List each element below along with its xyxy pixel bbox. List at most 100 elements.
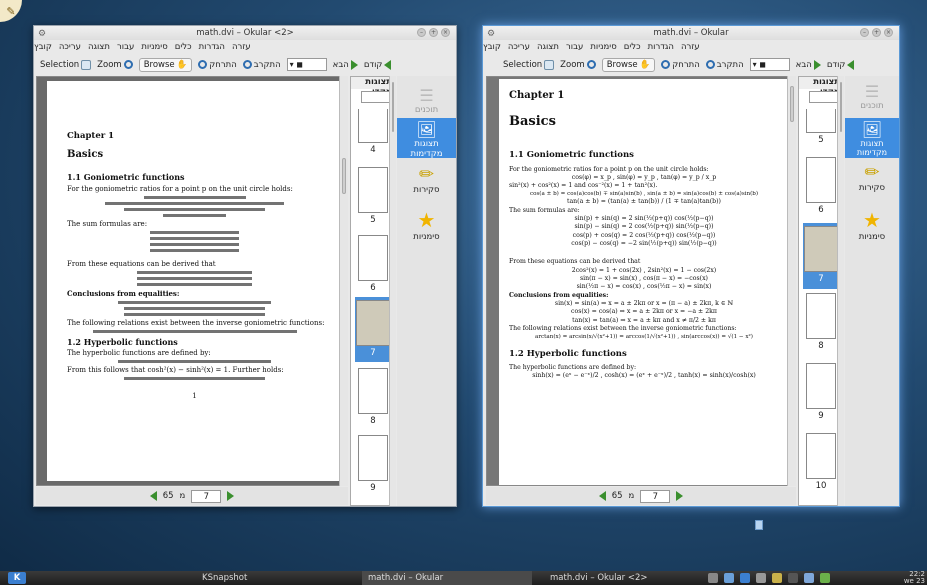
zoom-out-button[interactable]: התרחק (661, 60, 700, 70)
menu-bookmarks[interactable]: סימניות (590, 40, 616, 54)
prev-button[interactable]: קודם (827, 59, 855, 70)
star-icon: ★ (863, 208, 881, 232)
sidebar-item-reviews[interactable]: ✏ סקירות (397, 164, 456, 208)
menu-view[interactable]: תצוגה (537, 40, 559, 54)
menu-settings[interactable]: הגדרות (199, 40, 225, 54)
thumbnail[interactable]: 10 (803, 433, 839, 495)
browse-tool[interactable]: Browse ✋ (138, 57, 193, 72)
tray-icon-8[interactable] (820, 573, 830, 583)
tray-icon-4[interactable] (756, 573, 766, 583)
thumbnail[interactable]: 8 (355, 368, 391, 430)
menu-view[interactable]: תצוגה (88, 40, 110, 54)
menu-help[interactable]: עזרה (232, 40, 251, 54)
zoom-in-button[interactable]: התקרב (705, 60, 744, 70)
page-number-input[interactable]: 7 (640, 489, 671, 503)
minimize-button[interactable]: – (860, 28, 869, 37)
menu-settings[interactable]: הגדרות (648, 40, 674, 54)
derived-text: From these equations can be derived that (67, 260, 216, 268)
task-ksnapshot[interactable]: KSnapshot (196, 571, 346, 585)
next-button[interactable]: הבא (333, 59, 358, 70)
zoom-in-button[interactable]: התקרב (242, 60, 281, 70)
close-button[interactable]: × (884, 28, 893, 37)
browse-tool[interactable]: Browse ✋ (601, 57, 656, 72)
desktop-corner-icon[interactable]: ✎ (0, 0, 22, 22)
thumbnail[interactable]: 4 (355, 109, 391, 159)
page-number-input[interactable]: 7 (191, 489, 222, 503)
zoom-tool[interactable]: Zoom (560, 60, 596, 70)
menu-tools[interactable]: כלים (624, 40, 641, 54)
tray-icon-1[interactable] (708, 573, 718, 583)
math-hyperbolic: sinh(x) = (eˣ − e⁻ˣ)/2 , cosh(x) = (eˣ +… (532, 371, 756, 379)
sidebar-item-contents[interactable]: ☰ תוכנים (845, 82, 899, 120)
task-okular-1[interactable]: math.dvi – Okular (362, 571, 532, 585)
menu-help[interactable]: עזרה (681, 40, 700, 54)
tray-icon-5[interactable] (772, 573, 782, 583)
kde-menu-button[interactable]: K (8, 572, 26, 584)
thumbnail-selected[interactable]: 7 (355, 297, 391, 362)
section-goniometric: 1.1 Goniometric functions (67, 172, 185, 182)
tray-icon-3[interactable] (740, 573, 750, 583)
title-bar[interactable]: ⚙ math.dvi – Okular – + × (483, 26, 899, 40)
zoom-tool[interactable]: Zoom (97, 60, 133, 70)
nav-next-page-icon[interactable] (227, 491, 235, 501)
close-button[interactable]: × (441, 28, 450, 37)
document-view[interactable]: Chapter 1 Basics 1.1 Goniometric functio… (36, 76, 348, 486)
document-scrollbar[interactable] (787, 76, 796, 486)
hyperbolic-text: The hyperbolic functions are defined by: (509, 363, 637, 371)
thumbnail[interactable]: 9 (803, 363, 839, 425)
menu-bookmarks[interactable]: סימניות (141, 40, 167, 54)
sidebar-item-bookmarks[interactable]: ★ סימניות (845, 208, 899, 252)
window-menu-icon[interactable]: ⚙ (38, 27, 46, 41)
menu-file[interactable]: קובץ (483, 40, 501, 54)
document-scrollbar[interactable] (339, 76, 348, 486)
math-addition: cos(a ± b) = cos(a)cos(b) ∓ sin(a)sin(b)… (529, 190, 759, 197)
thumbnail[interactable]: 6 (355, 235, 391, 297)
thumbnail[interactable]: 5 (355, 167, 391, 229)
menu-edit[interactable]: עריכה (508, 40, 530, 54)
menu-tools[interactable]: כלים (175, 40, 192, 54)
next-button[interactable]: הבא (796, 59, 821, 70)
menu-go[interactable]: עבור (117, 40, 134, 54)
document-view[interactable]: Chapter 1 Basics 1.1 Goniometric functio… (486, 76, 796, 486)
thumbnails-scrollbar[interactable] (389, 76, 396, 506)
zoom-combo[interactable]: ▾ ◼ (749, 58, 790, 71)
nav-prev-page-icon[interactable] (149, 491, 157, 501)
tray-icon-2[interactable] (724, 573, 734, 583)
tray-icon-6[interactable] (788, 573, 798, 583)
minimize-button[interactable]: – (417, 28, 426, 37)
sidebar-item-bookmarks[interactable]: ★ סימניות (397, 208, 456, 252)
sidebar-item-reviews[interactable]: ✏ סקירות (845, 162, 899, 206)
clock[interactable]: 22:2 we 23 (904, 571, 925, 585)
prev-icon (847, 59, 855, 70)
prev-button[interactable]: קודם (364, 59, 392, 70)
nav-next-page-icon[interactable] (676, 491, 684, 501)
window-menu-icon[interactable]: ⚙ (487, 27, 495, 41)
nav-prev-page-icon[interactable] (598, 491, 606, 501)
zoom-combo[interactable]: ▾ ◼ (286, 58, 327, 71)
sidebar-item-contents[interactable]: ☰ תוכנים (397, 86, 456, 120)
thumbnails-scrollbar[interactable] (837, 76, 844, 506)
selection-tool[interactable]: Selection (40, 59, 92, 70)
menu-bar: קובץ עריכה תצוגה עבור סימניות כלים הגדרו… (34, 40, 456, 54)
maximize-button[interactable]: + (872, 28, 881, 37)
thumbnail[interactable]: 6 (803, 157, 839, 219)
sidebar-item-thumbnails[interactable]: 🖼 תצוגות מקדימות (845, 118, 899, 158)
zoom-out-button[interactable]: התרחק (198, 60, 237, 70)
tray-icon-7[interactable] (804, 573, 814, 583)
thumbnail[interactable]: 8 (803, 293, 839, 355)
maximize-button[interactable]: + (429, 28, 438, 37)
menu-file[interactable]: קובץ (34, 40, 52, 54)
window-title: math.dvi – Okular (653, 28, 729, 38)
sidebar-item-thumbnails[interactable]: 🖼 תצוגות מקדימות (397, 118, 456, 159)
thumbnail[interactable]: 9 (355, 435, 391, 497)
thumbnail[interactable]: 5 (803, 109, 839, 149)
math-conclusion-3: tan(x) = tan(a) ⇒ x = a ± kπ and x ≠ π/2… (572, 316, 716, 324)
title-bar[interactable]: ⚙ math.dvi – Okular <2> – + × (34, 26, 456, 40)
desktop-file-icon[interactable] (755, 520, 763, 530)
thumbnail-selected[interactable]: 7 (803, 223, 839, 289)
menu-edit[interactable]: עריכה (59, 40, 81, 54)
selection-tool[interactable]: Selection (503, 59, 555, 70)
task-okular-2[interactable]: math.dvi – Okular <2> (544, 571, 704, 585)
conclusions-text: Conclusions from equalities: (67, 289, 180, 298)
menu-go[interactable]: עבור (566, 40, 583, 54)
